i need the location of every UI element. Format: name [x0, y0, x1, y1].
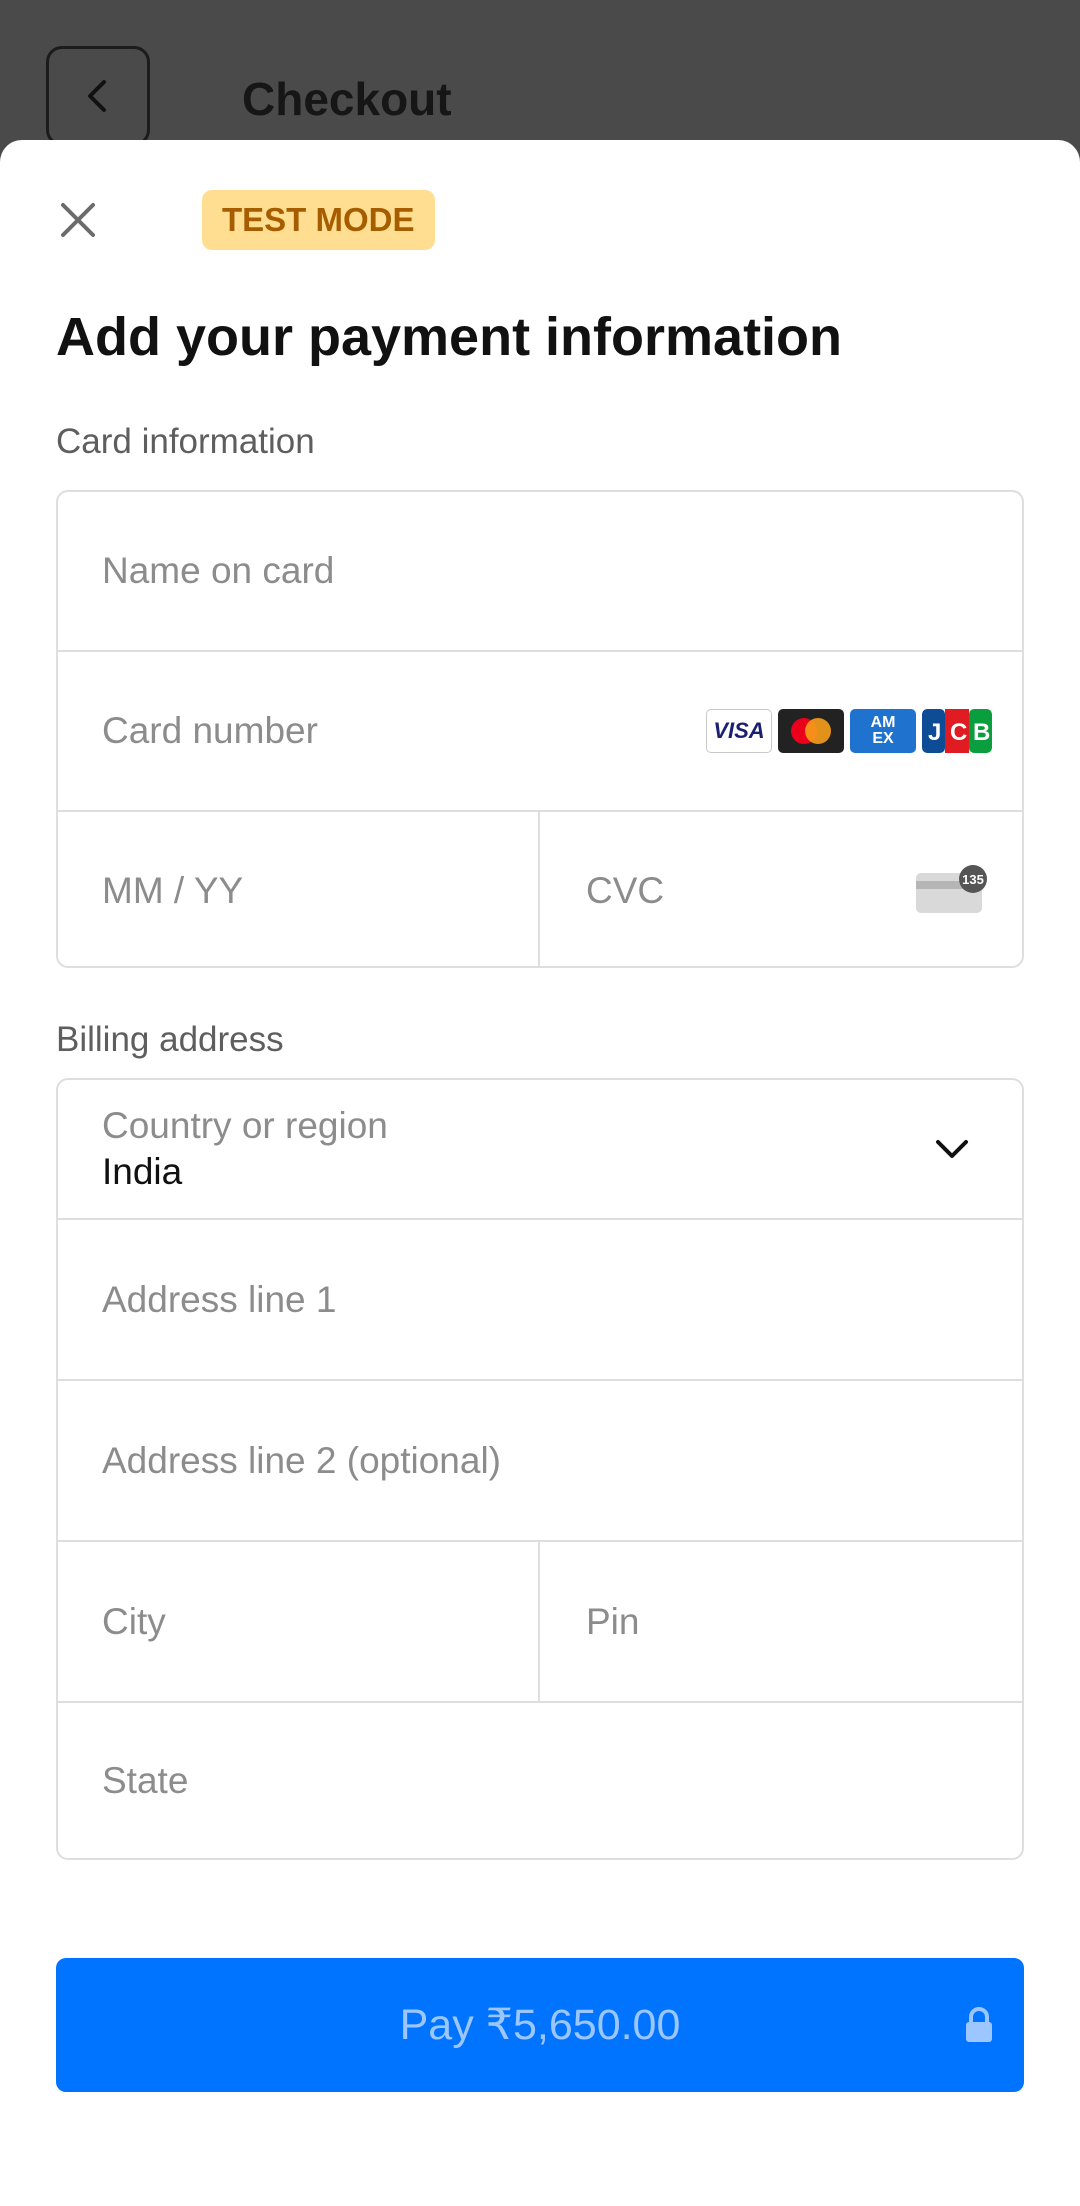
card-fields: Name on card Card number VISA AM EX J C …: [56, 490, 1024, 968]
visa-icon: VISA: [706, 709, 772, 753]
state-placeholder: State: [102, 1759, 189, 1801]
country-label: Country or region: [102, 1105, 388, 1146]
address1-row: Address line 1: [58, 1220, 1022, 1381]
chevron-down-icon: [936, 1140, 968, 1158]
city-pin-row: City Pin: [58, 1542, 1022, 1703]
payment-sheet: TEST MODE Add your payment information C…: [0, 140, 1080, 2206]
pay-button-label: Pay ₹5,650.00: [399, 2001, 681, 2049]
pin-placeholder: Pin: [586, 1600, 640, 1642]
page-title: Checkout: [242, 73, 452, 125]
sheet-heading: Add your payment information: [56, 307, 843, 367]
test-mode-badge: TEST MODE: [202, 190, 435, 250]
svg-text:B: B: [973, 719, 990, 746]
pin-field[interactable]: Pin: [538, 1542, 1022, 1701]
chevron-left-icon: [88, 80, 106, 112]
name-on-card-placeholder: Name on card: [102, 550, 335, 591]
expiry-field[interactable]: MM / YY: [58, 812, 538, 966]
cvc-card-icon: 135: [916, 865, 987, 913]
country-row: Country or region India: [58, 1080, 1022, 1220]
state-field[interactable]: State: [58, 1703, 1022, 1858]
jcb-icon: J C B: [922, 709, 992, 753]
card-brands: VISA AM EX J C B: [706, 709, 992, 753]
card-info-label: Card information: [56, 422, 315, 461]
address-line-2-field[interactable]: Address line 2 (optional): [58, 1381, 1022, 1540]
billing-address-label: Billing address: [56, 1020, 284, 1059]
mastercard-icon: [778, 709, 844, 753]
address-line-1-placeholder: Address line 1: [102, 1278, 337, 1320]
cvc-field[interactable]: CVC 135: [538, 812, 1022, 966]
expiry-cvc-row: MM / YY CVC 135: [58, 812, 1022, 966]
cvc-placeholder: CVC: [586, 870, 665, 911]
svg-text:J: J: [928, 719, 941, 746]
address-line-1-field[interactable]: Address line 1: [58, 1220, 1022, 1379]
billing-fields: Country or region India Address line 1 A…: [56, 1078, 1024, 1860]
svg-text:C: C: [950, 719, 967, 746]
expiry-placeholder: MM / YY: [102, 870, 244, 911]
amex-icon: AM EX: [850, 709, 916, 753]
country-select[interactable]: Country or region India: [58, 1080, 1022, 1218]
address2-row: Address line 2 (optional): [58, 1381, 1022, 1542]
city-placeholder: City: [102, 1600, 166, 1642]
back-button[interactable]: [46, 46, 150, 146]
name-on-card-field[interactable]: Name on card: [58, 492, 1022, 650]
close-button[interactable]: [54, 196, 102, 244]
country-value: India: [102, 1151, 183, 1192]
name-on-card-row: Name on card: [58, 492, 1022, 652]
lock-icon: [966, 2007, 992, 2042]
city-field[interactable]: City: [58, 1542, 538, 1701]
pay-button[interactable]: Pay ₹5,650.00: [56, 1958, 1024, 2092]
close-icon: [61, 203, 95, 237]
state-row: State: [58, 1703, 1022, 1858]
card-number-field[interactable]: Card number VISA AM EX J C B: [58, 652, 1022, 810]
card-number-placeholder: Card number: [102, 710, 318, 751]
cvc-icon-number: 135: [962, 872, 984, 887]
address-line-2-placeholder: Address line 2 (optional): [102, 1439, 501, 1481]
card-number-row: Card number VISA AM EX J C B: [58, 652, 1022, 812]
